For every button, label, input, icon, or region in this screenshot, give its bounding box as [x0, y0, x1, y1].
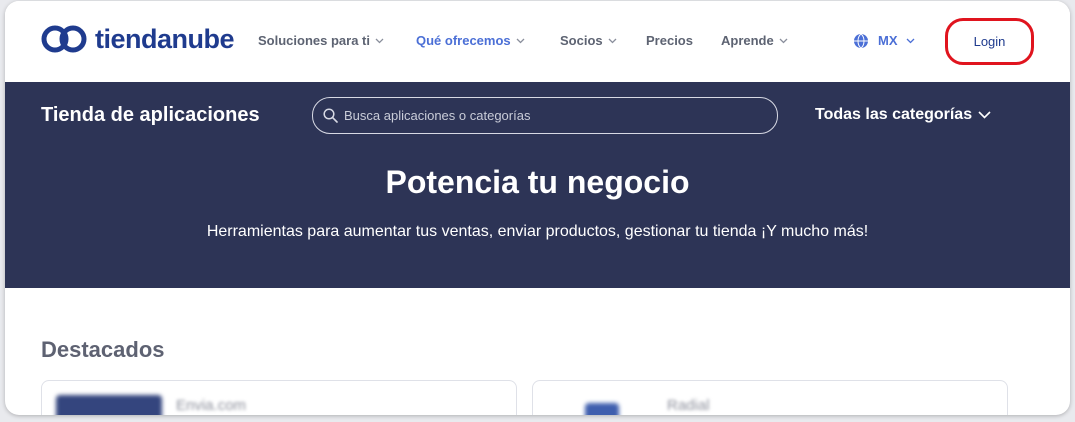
browser-page: tiendanube Soluciones para ti Qué ofrece… — [5, 1, 1070, 415]
chevron-down-icon — [779, 38, 788, 44]
categories-dropdown[interactable]: Todas las categorías — [815, 104, 991, 126]
app-thumbnail — [56, 395, 162, 415]
nav-item-aprende[interactable]: Aprende — [721, 32, 788, 50]
chevron-down-icon — [608, 38, 617, 44]
hero-title: Potencia tu negocio — [385, 164, 690, 200]
app-name: Envia.com — [176, 397, 247, 414]
chevron-down-icon — [906, 38, 914, 44]
app-thumbnail — [585, 403, 619, 415]
top-navigation: tiendanube Soluciones para ti Qué ofrece… — [5, 1, 1070, 82]
region-label: MX — [878, 33, 898, 48]
search-input[interactable] — [344, 108, 764, 123]
featured-app-card[interactable]: Envia.com — [41, 380, 517, 415]
nav-item-label: Aprende — [721, 33, 774, 48]
nav-item-label: Qué ofrecemos — [416, 33, 511, 48]
globe-icon — [854, 33, 868, 49]
chevron-down-icon — [978, 111, 991, 119]
login-button[interactable]: Login — [945, 18, 1034, 65]
featured-app-card[interactable]: Radial — [532, 380, 1008, 415]
featured-section-title: Destacados — [41, 337, 165, 362]
tiendanube-logo[interactable]: tiendanube — [41, 23, 235, 55]
nav-item-que-ofrecemos[interactable]: Qué ofrecemos — [416, 32, 525, 50]
app-store-banner: Tienda de aplicaciones Todas las categor… — [5, 82, 1070, 288]
chevron-down-icon — [375, 38, 384, 44]
nav-item-socios[interactable]: Socios — [560, 32, 617, 50]
nav-item-label: Socios — [560, 33, 603, 48]
app-name: Radial — [667, 397, 710, 414]
chevron-down-icon — [516, 38, 525, 44]
brand-name: tiendanube — [95, 24, 235, 54]
search-icon — [323, 108, 338, 123]
hero-subtitle: Herramientas para aumentar tus ventas, e… — [206, 223, 869, 240]
region-selector[interactable]: MX — [853, 32, 915, 50]
store-title: Tienda de aplicaciones — [41, 104, 260, 126]
nav-item-label: Soluciones para ti — [258, 33, 370, 48]
nav-item-precios[interactable]: Precios — [646, 32, 693, 50]
categories-label: Todas las categorías — [815, 106, 973, 123]
search-box[interactable] — [312, 97, 778, 134]
nav-item-label: Precios — [646, 33, 693, 48]
tiendanube-logo-icon — [41, 25, 87, 53]
nav-item-soluciones[interactable]: Soluciones para ti — [258, 32, 384, 50]
